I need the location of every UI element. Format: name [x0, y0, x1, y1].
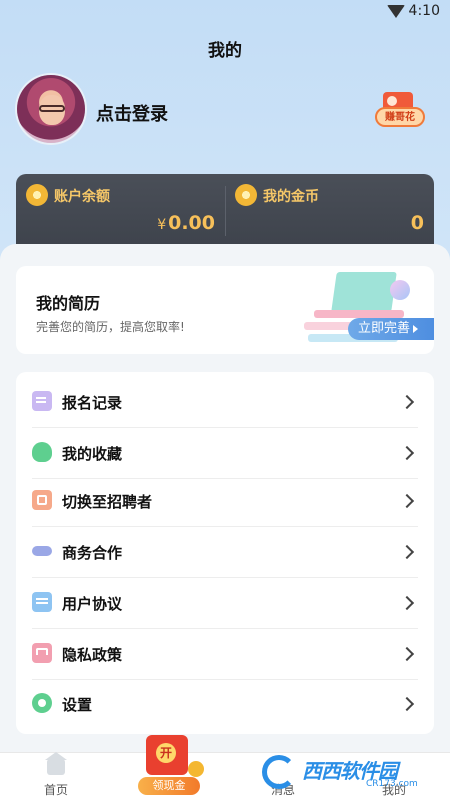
illustration-book: [314, 310, 404, 318]
avatar-glasses: [39, 105, 65, 112]
chevron-right-icon: [399, 595, 415, 611]
chevron-right-icon: [399, 544, 415, 560]
get-cash-button[interactable]: 开 领现金: [134, 735, 206, 797]
status-time: 4:10: [408, 3, 440, 19]
privacy-icon: [32, 643, 52, 663]
my-coins[interactable]: 我的金币 0: [225, 174, 434, 254]
coin-icon: [188, 761, 204, 777]
chevron-right-icon: [399, 696, 415, 712]
coin-icon: [235, 184, 257, 206]
status-bar: 4:10: [0, 0, 450, 24]
page-title: 我的: [208, 41, 242, 61]
promo-badge[interactable]: 赚哥花: [375, 92, 425, 128]
improve-resume-label: 立即完善: [358, 321, 411, 336]
chevron-right-icon: [399, 394, 415, 410]
watermark-subtext: CR173.com: [366, 779, 418, 789]
menu-item-label: 我的收藏: [62, 445, 123, 463]
menu-item-user-agreement[interactable]: 用户协议: [16, 578, 434, 629]
menu-item-settings[interactable]: 设置: [16, 679, 434, 730]
menu-item-label: 隐私政策: [62, 646, 123, 664]
menu-list: 报名记录 我的收藏 切换至招聘者 商务合作 用户协议 隐私政策 设置: [16, 372, 434, 734]
promo-badge-label: 赚哥花: [375, 107, 425, 127]
resume-card[interactable]: 我的简历 完善您的简历，提高您取率! 立即完善: [16, 266, 434, 354]
my-coins-label: 我的金币: [263, 189, 319, 205]
avatar[interactable]: [17, 75, 85, 143]
resume-title: 我的简历: [36, 294, 101, 313]
chevron-right-icon: [399, 493, 415, 509]
menu-item-favorites[interactable]: 我的收藏: [16, 428, 434, 479]
register-record-icon: [32, 391, 52, 411]
menu-item-label: 切换至招聘者: [62, 493, 153, 511]
illustration-screen: [331, 272, 397, 312]
menu-item-register-record[interactable]: 报名记录: [16, 377, 434, 428]
watermark-logo: 西西软件园 CR173.com: [262, 753, 434, 793]
resume-subtitle: 完善您的简历，提高您取率!: [36, 320, 185, 334]
menu-item-business[interactable]: 商务合作: [16, 527, 434, 578]
nav-home-label: 首页: [43, 783, 68, 797]
menu-item-switch-recruiter[interactable]: 切换至招聘者: [16, 476, 434, 527]
chevron-right-icon: [399, 646, 415, 662]
menu-item-label: 商务合作: [62, 544, 123, 562]
menu-item-label: 设置: [62, 696, 93, 714]
account-balance-amount: 0.00: [168, 212, 215, 234]
home-icon: [45, 752, 67, 775]
menu-item-label: 报名记录: [62, 394, 123, 412]
agreement-icon: [32, 592, 52, 612]
chevron-right-icon: [399, 445, 415, 461]
improve-resume-button[interactable]: 立即完善: [348, 318, 434, 340]
handshake-icon: [32, 541, 52, 561]
watermark-ring-icon: [262, 755, 296, 789]
account-balance[interactable]: 账户余额 ¥0.00: [16, 174, 225, 254]
account-balance-label: 账户余额: [54, 189, 110, 205]
nav-home[interactable]: 首页: [16, 752, 96, 801]
get-cash-label: 领现金: [138, 777, 200, 795]
switch-role-icon: [32, 490, 52, 510]
red-packet-seal: 开: [156, 743, 176, 763]
play-arrow-icon: [413, 324, 419, 333]
favorites-icon: [32, 442, 52, 462]
my-coins-value: 0: [410, 212, 424, 234]
resume-illustration: [294, 266, 434, 354]
wifi-icon: [387, 5, 405, 18]
menu-item-label: 用户协议: [62, 595, 123, 613]
menu-item-privacy[interactable]: 隐私政策: [16, 629, 434, 680]
currency-symbol: ¥: [157, 217, 167, 233]
settings-icon: [32, 693, 52, 713]
account-balance-value: ¥0.00: [157, 212, 215, 234]
illustration-ball: [390, 280, 410, 300]
balance-card: 账户余额 ¥0.00 我的金币 0: [16, 174, 434, 254]
wallet-icon: [26, 184, 48, 206]
login-link[interactable]: 点击登录: [96, 100, 168, 126]
